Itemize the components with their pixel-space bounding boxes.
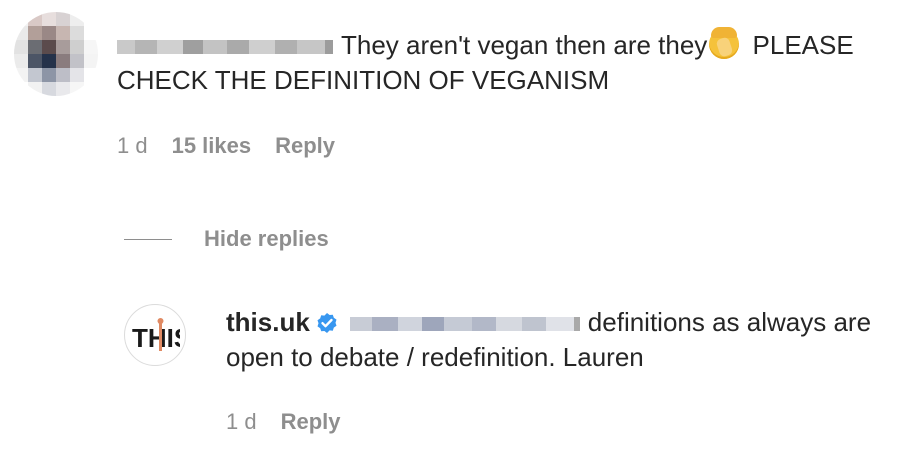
commenter-avatar[interactable] (14, 12, 98, 96)
reply-time: 1 d (226, 409, 257, 434)
mentioned-username-blurred[interactable] (349, 317, 580, 332)
comment-body: They aren't vegan then are they PLEASE C… (117, 27, 907, 98)
reply-meta: 1 d Reply (226, 409, 341, 435)
reply-body: this.uk definitions as always are open t… (226, 305, 906, 375)
reply-username[interactable]: this.uk (226, 307, 310, 337)
reply-reply-button[interactable]: Reply (281, 409, 341, 435)
face-palm-emoji-icon (709, 27, 740, 59)
logo-text: THIS (132, 323, 180, 353)
comment-text: They aren't vegan then are they (341, 30, 708, 60)
comment-meta: 1 d 15 likes Reply (117, 133, 335, 159)
hide-replies-button[interactable]: Hide replies (204, 226, 329, 252)
commenter-username-blurred[interactable] (117, 40, 333, 55)
hide-replies-divider (124, 239, 172, 240)
this-logo-icon: THIS (132, 318, 180, 353)
brand-avatar[interactable]: THIS (124, 304, 186, 366)
comment-time: 1 d (117, 133, 148, 158)
comment-reply-button[interactable]: Reply (275, 133, 335, 159)
verified-badge-icon (317, 313, 337, 333)
comment-likes[interactable]: 15 likes (172, 133, 252, 159)
